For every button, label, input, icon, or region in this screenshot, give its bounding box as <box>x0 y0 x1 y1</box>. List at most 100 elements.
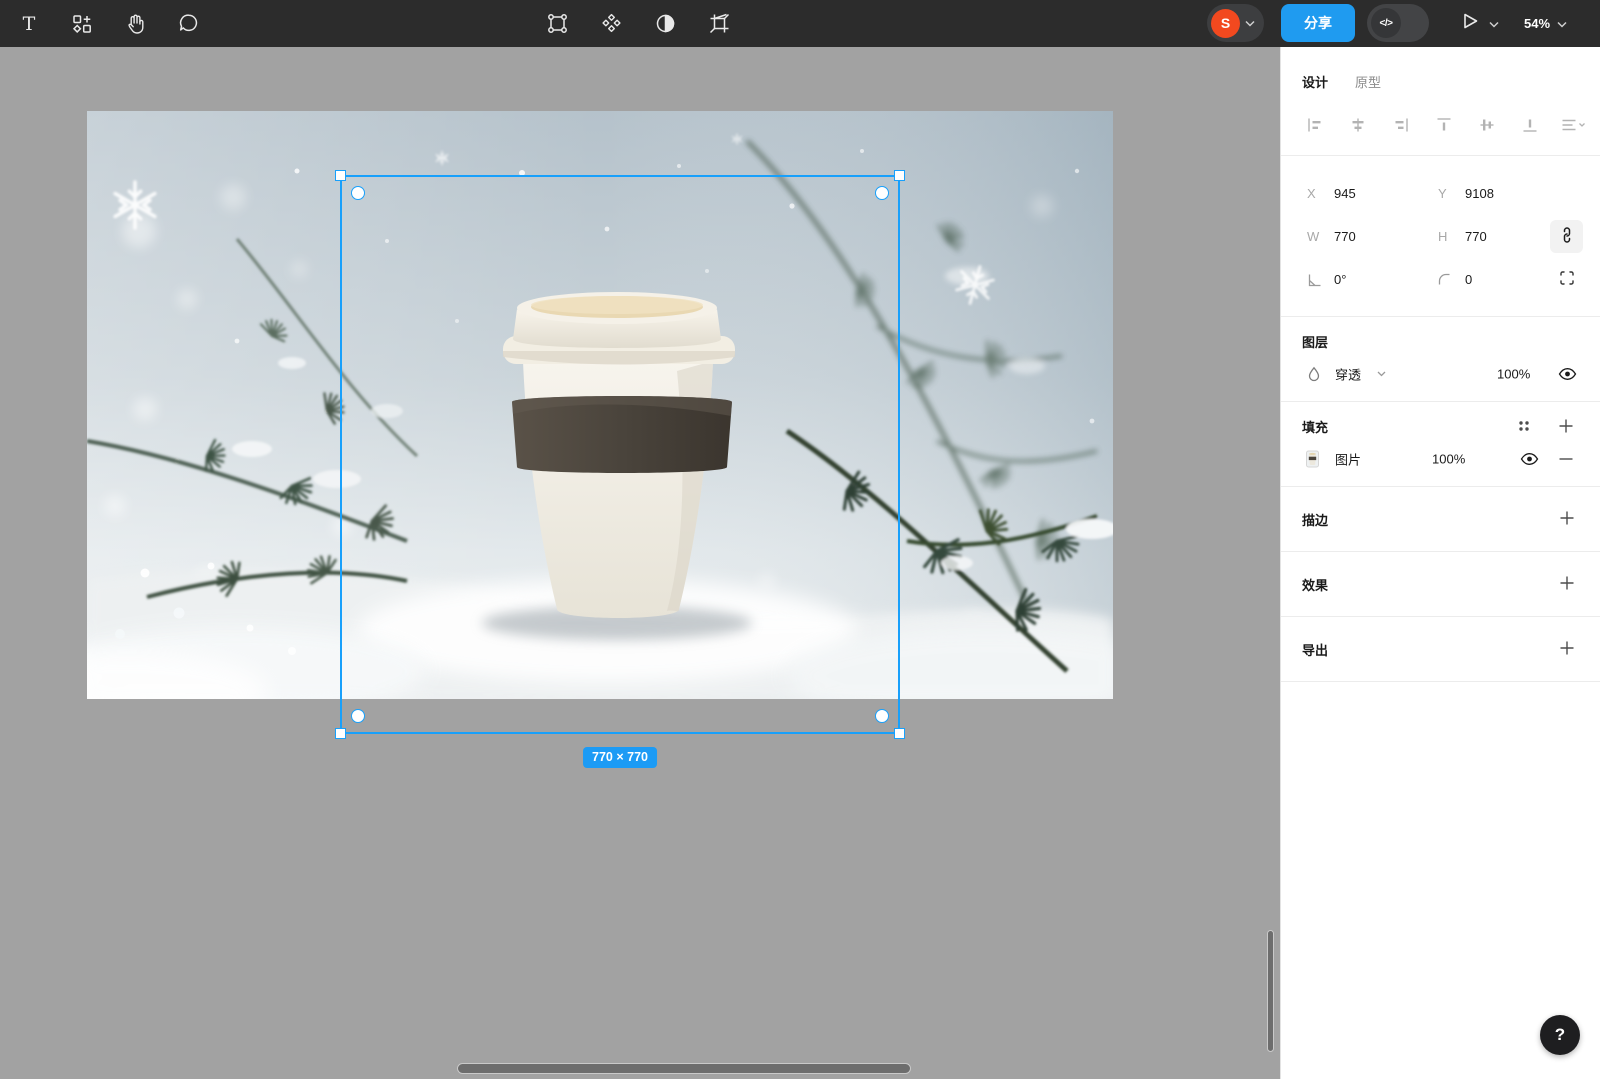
tab-prototype[interactable]: 原型 <box>1355 72 1381 91</box>
height-value: 770 <box>1465 229 1487 244</box>
x-value: 945 <box>1334 186 1356 201</box>
tab-design[interactable]: 设计 <box>1302 72 1328 91</box>
help-button[interactable]: ? <box>1540 1015 1580 1055</box>
comment-icon <box>177 12 200 35</box>
divider <box>1281 681 1600 682</box>
width-value: 770 <box>1334 229 1356 244</box>
corner-radius-icon <box>1438 273 1455 287</box>
assets-icon <box>71 13 93 35</box>
present-button[interactable] <box>1462 0 1499 47</box>
x-field[interactable]: X 945 <box>1307 186 1438 201</box>
resize-handle-top-right[interactable] <box>894 170 905 181</box>
x-label: X <box>1307 186 1316 201</box>
vertical-scrollbar[interactable] <box>1267 930 1274 1052</box>
fill-opacity-field[interactable]: 100% <box>1432 452 1465 467</box>
align-left-button[interactable] <box>1302 112 1328 138</box>
account-menu[interactable]: S <box>1207 4 1264 42</box>
layer-visibility-toggle[interactable] <box>1558 367 1577 381</box>
align-right-button[interactable] <box>1388 112 1414 138</box>
fill-row: 图片 100% <box>1281 448 1600 470</box>
add-stroke-button[interactable] <box>1559 510 1575 529</box>
transform-section: X 945 Y 9108 W 770 H 770 0° 0 <box>1281 156 1600 316</box>
fill-type-label[interactable]: 图片 <box>1335 450 1361 469</box>
stroke-section: 描边 <box>1281 487 1600 551</box>
resize-handle-bottom-left[interactable] <box>335 728 346 739</box>
corner-radius-handle-bottom-left[interactable] <box>351 709 365 723</box>
width-field[interactable]: W 770 <box>1307 229 1438 244</box>
fill-visibility-toggle[interactable] <box>1520 452 1539 466</box>
effects-section: 效果 <box>1281 552 1600 616</box>
width-label: W <box>1307 229 1320 244</box>
hand-tool-button[interactable] <box>116 5 154 43</box>
rotation-value: 0° <box>1334 272 1347 287</box>
mask-button[interactable] <box>646 5 684 43</box>
dev-mode-toggle[interactable]: </> <box>1367 4 1429 42</box>
horizontal-scrollbar[interactable] <box>457 1063 911 1074</box>
corner-radius-handle-top-left[interactable] <box>351 186 365 200</box>
fill-thumbnail[interactable] <box>1306 450 1319 468</box>
align-bottom-button[interactable] <box>1517 112 1543 138</box>
inspector-tabs: 设计 原型 <box>1281 47 1600 91</box>
corner-radius-handle-top-right[interactable] <box>875 186 889 200</box>
comment-tool-button[interactable] <box>169 5 207 43</box>
fill-section-title: 填充 <box>1302 420 1329 435</box>
layer-section: 图层 穿透 100% <box>1281 317 1600 385</box>
chevron-down-icon <box>1377 371 1386 377</box>
text-tool-icon: T <box>18 13 40 35</box>
blend-droplet-icon <box>1306 366 1322 382</box>
expand-corners-icon <box>1558 269 1576 290</box>
resize-handle-bottom-right[interactable] <box>894 728 905 739</box>
selection-box[interactable] <box>335 170 905 739</box>
chevron-down-icon <box>1557 15 1567 33</box>
height-label: H <box>1438 229 1448 244</box>
share-button[interactable]: 分享 <box>1281 4 1355 42</box>
independent-corners-button[interactable] <box>1550 263 1583 296</box>
export-section: 导出 <box>1281 617 1600 681</box>
rotation-field[interactable]: 0° <box>1307 272 1438 287</box>
constrain-proportions-toggle[interactable] <box>1550 220 1583 253</box>
blend-mode-select[interactable]: 穿透 <box>1335 365 1361 384</box>
blend-mode-row: 穿透 100% <box>1281 363 1600 385</box>
chevron-down-icon <box>1245 14 1255 32</box>
canvas[interactable]: 770 × 770 <box>0 47 1280 1079</box>
components-button[interactable] <box>592 5 630 43</box>
resize-handle-top-left[interactable] <box>335 170 346 181</box>
code-icon: </> <box>1371 8 1401 38</box>
corner-radius-handle-bottom-right[interactable] <box>875 709 889 723</box>
remove-fill-button[interactable] <box>1558 451 1574 467</box>
center-tool-group <box>538 0 738 47</box>
y-field[interactable]: Y 9108 <box>1438 186 1569 201</box>
edit-object-icon <box>546 12 569 35</box>
corner-radius-value: 0 <box>1465 272 1473 287</box>
stroke-section-title: 描边 <box>1302 512 1329 528</box>
align-top-button[interactable] <box>1431 112 1457 138</box>
align-vertical-center-button[interactable] <box>1474 112 1500 138</box>
zoom-level-menu[interactable]: 54% <box>1524 0 1567 47</box>
text-tool-button[interactable]: T <box>10 5 48 43</box>
inspector-panel: 设计 原型 X 945 Y 9108 W 770 H 770 0° 0 图层 穿… <box>1280 47 1600 1079</box>
edit-object-button[interactable] <box>538 5 576 43</box>
export-section-title: 导出 <box>1302 642 1329 658</box>
fill-styles-icon[interactable] <box>1517 419 1531 433</box>
components-icon <box>600 12 623 35</box>
play-icon <box>1462 12 1479 35</box>
layer-opacity-field[interactable]: 100% <box>1497 367 1530 382</box>
link-icon <box>1558 226 1576 247</box>
top-toolbar: T S 分享 </> 54% <box>0 0 1600 47</box>
left-tool-group: T <box>10 0 207 47</box>
crop-icon <box>708 12 731 35</box>
alignment-toolbar <box>1281 112 1600 138</box>
rotation-icon <box>1307 273 1324 287</box>
align-horizontal-center-button[interactable] <box>1345 112 1371 138</box>
assets-tool-button[interactable] <box>63 5 101 43</box>
add-fill-button[interactable] <box>1558 418 1574 434</box>
add-effect-button[interactable] <box>1559 575 1575 594</box>
add-export-button[interactable] <box>1559 640 1575 659</box>
avatar: S <box>1211 8 1240 38</box>
distribute-menu-button[interactable] <box>1560 112 1586 138</box>
zoom-level: 54% <box>1524 16 1551 31</box>
y-value: 9108 <box>1465 186 1494 201</box>
y-label: Y <box>1438 186 1447 201</box>
crop-button[interactable] <box>700 5 738 43</box>
effects-section-title: 效果 <box>1302 577 1329 593</box>
